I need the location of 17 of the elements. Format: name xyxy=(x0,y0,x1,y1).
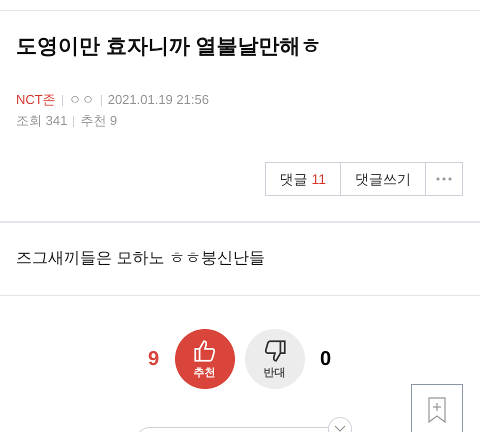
recommend-count: 추천 9 xyxy=(80,112,118,130)
post-title: 도영이만 효자니까 열불날만해ㅎ xyxy=(15,34,323,60)
upvote-count: 9 xyxy=(146,347,160,372)
bookmark-add-icon xyxy=(428,397,446,423)
more-icon xyxy=(436,177,452,181)
board-link[interactable]: NCT존 xyxy=(16,91,56,109)
chevron-down-icon xyxy=(334,425,346,432)
author-name: ㅇㅇ xyxy=(68,91,95,109)
view-count: 조회 341 xyxy=(16,112,68,130)
write-comment-button[interactable]: 댓글쓰기 xyxy=(341,163,426,195)
bookmark-button[interactable] xyxy=(411,384,463,432)
downvote-button[interactable]: 반대 xyxy=(244,329,304,389)
post-body: 즈그새끼들은 모하노 ㅎㅎ붕신난들 xyxy=(15,249,266,269)
comments-button[interactable]: 댓글 11 xyxy=(266,163,341,195)
upvote-button[interactable]: 추천 xyxy=(174,329,234,389)
post-date: 2021.01.19 21:56 xyxy=(108,91,209,109)
downvote-count: 0 xyxy=(318,347,332,372)
